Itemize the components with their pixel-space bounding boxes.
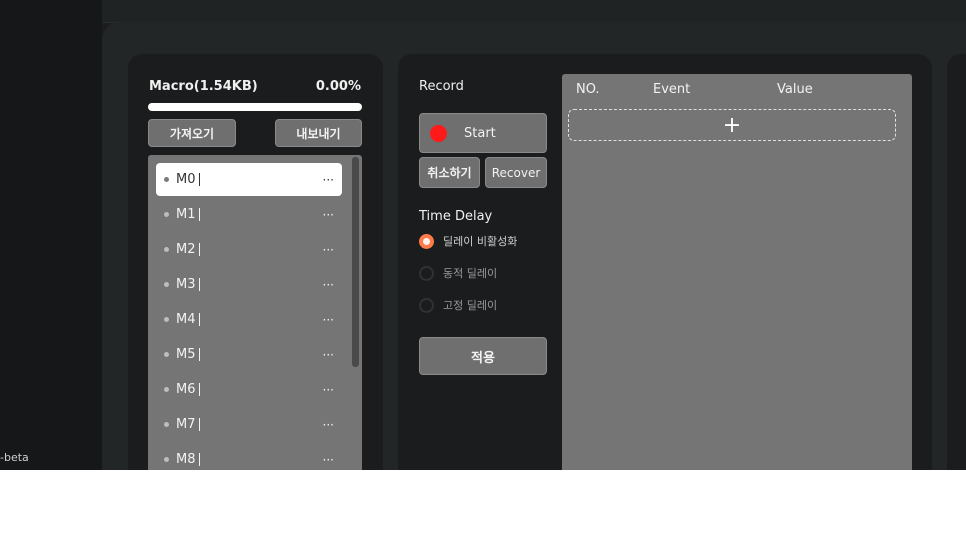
macro-list-item[interactable]: M3 ··· <box>156 268 342 301</box>
plus-icon: + <box>722 112 742 138</box>
bullet-icon <box>164 177 169 182</box>
time-delay-title: Time Delay <box>419 209 493 224</box>
macro-item-label: M0 <box>176 172 196 187</box>
macro-list-item[interactable]: M6 ··· <box>156 373 342 406</box>
bullet-icon <box>164 282 169 287</box>
radio-icon[interactable] <box>419 297 434 313</box>
column-header-value: Value <box>777 82 813 97</box>
text-cursor-icon <box>198 383 200 396</box>
macro-item-label: M7 <box>176 417 196 432</box>
import-button[interactable]: 가져오기 <box>148 119 236 147</box>
macro-item-label: M4 <box>176 312 196 327</box>
text-cursor-icon <box>198 348 200 361</box>
macro-item-label: M8 <box>176 452 196 467</box>
more-options-icon[interactable]: ··· <box>323 313 334 327</box>
text-cursor-icon <box>198 313 200 326</box>
more-options-icon[interactable]: ··· <box>323 348 334 362</box>
right-panel <box>947 54 966 470</box>
delay-option-label: 동적 딜레이 <box>443 267 498 280</box>
macro-usage-percent: 0.00% <box>315 79 361 94</box>
radio-selected-icon[interactable] <box>419 233 434 249</box>
delay-option-disabled[interactable]: 딜레이 비활성화 <box>419 233 517 249</box>
macro-list-item[interactable]: M4 ··· <box>156 303 342 336</box>
text-cursor-icon <box>198 243 200 256</box>
more-options-icon[interactable]: ··· <box>323 453 334 467</box>
bullet-icon <box>164 422 169 427</box>
cancel-button[interactable]: 취소하기 <box>419 157 480 188</box>
text-cursor-icon <box>198 173 200 186</box>
macro-list-scrollbar[interactable] <box>352 157 359 367</box>
delay-option-label: 고정 딜레이 <box>443 299 498 312</box>
export-button[interactable]: 내보내기 <box>275 119 362 147</box>
bullet-icon <box>164 212 169 217</box>
macro-list: M0 ··· M1 ··· M2 ··· M3 ··· M4 ··· M5 ··· M6 ··· M7 ···… <box>148 155 362 470</box>
macro-list-item[interactable]: M5 ··· <box>156 338 342 371</box>
macro-item-label: M2 <box>176 242 196 257</box>
text-cursor-icon <box>198 208 200 221</box>
add-event-button[interactable]: + <box>568 109 896 141</box>
macro-list-item[interactable]: M2 ··· <box>156 233 342 266</box>
start-record-button[interactable]: Start <box>419 113 547 153</box>
macro-item-label: M1 <box>176 207 196 222</box>
top-bar <box>102 0 966 23</box>
recover-button[interactable]: Recover <box>485 157 547 188</box>
delay-option-label: 딜레이 비활성화 <box>443 235 518 248</box>
column-header-no: NO. <box>576 82 600 97</box>
macro-usage-progress-bar <box>148 103 362 111</box>
macro-list-item[interactable]: M8 ··· <box>156 443 342 470</box>
column-header-event: Event <box>653 82 691 97</box>
more-options-icon[interactable]: ··· <box>323 208 334 222</box>
text-cursor-icon <box>198 418 200 431</box>
macro-list-item[interactable]: M0 ··· <box>156 163 342 196</box>
start-record-label: Start <box>464 125 496 141</box>
text-cursor-icon <box>198 453 200 466</box>
more-options-icon[interactable]: ··· <box>323 243 334 257</box>
text-cursor-icon <box>198 278 200 291</box>
more-options-icon[interactable]: ··· <box>323 173 334 187</box>
macro-item-label: M3 <box>176 277 196 292</box>
apply-button[interactable]: 적용 <box>419 337 547 375</box>
left-navigation <box>0 0 102 470</box>
record-title: Record <box>419 79 464 94</box>
macro-item-label: M6 <box>176 382 196 397</box>
macro-title: Macro(1.54KB) <box>149 79 258 94</box>
bullet-icon <box>164 457 169 462</box>
bullet-icon <box>164 387 169 392</box>
more-options-icon[interactable]: ··· <box>323 418 334 432</box>
more-options-icon[interactable]: ··· <box>323 383 334 397</box>
version-label: -beta <box>0 451 29 464</box>
delay-option-fixed[interactable]: 고정 딜레이 <box>419 297 497 313</box>
macro-list-item[interactable]: M1 ··· <box>156 198 342 231</box>
app-window: -beta Macro(1.54KB) 0.00% 가져오기 내보내기 M0 ··… <box>0 0 966 470</box>
bullet-icon <box>164 317 169 322</box>
macro-item-label: M5 <box>176 347 196 362</box>
delay-option-dynamic[interactable]: 동적 딜레이 <box>419 265 497 281</box>
record-dot-icon <box>430 124 447 142</box>
macro-list-item[interactable]: M7 ··· <box>156 408 342 441</box>
more-options-icon[interactable]: ··· <box>323 278 334 292</box>
bullet-icon <box>164 352 169 357</box>
radio-icon[interactable] <box>419 265 434 281</box>
bullet-icon <box>164 247 169 252</box>
